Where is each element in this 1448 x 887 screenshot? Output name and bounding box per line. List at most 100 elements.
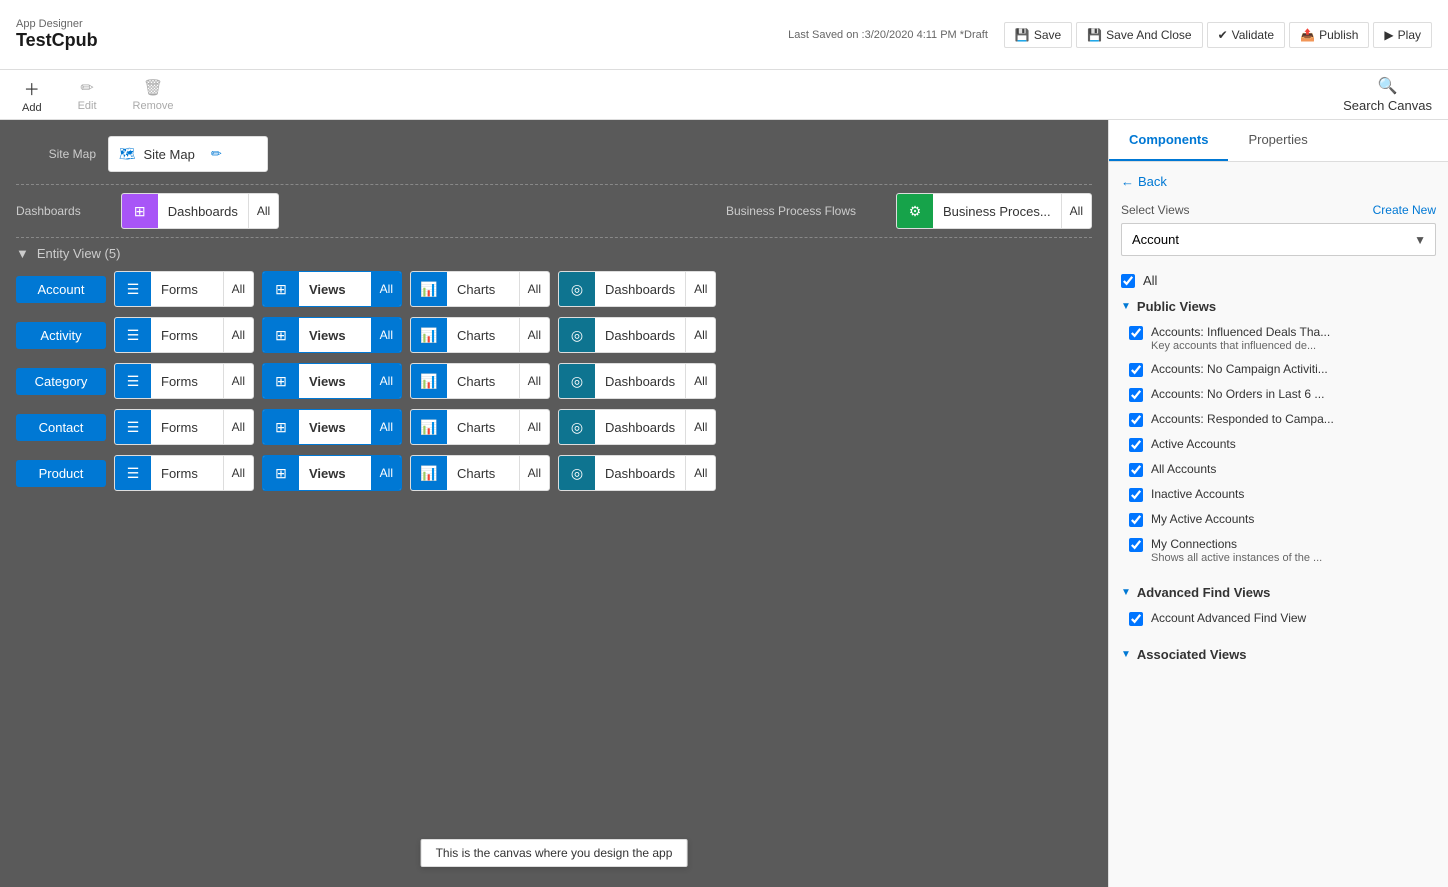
views-all-1[interactable]: All — [371, 318, 401, 352]
bpf-card-name: Business Proces... — [933, 204, 1061, 219]
entity-charts-card-3[interactable]: 📊 Charts All — [410, 409, 550, 445]
entity-charts-card-0[interactable]: 📊 Charts All — [410, 271, 550, 307]
advanced-view-checkbox-0[interactable] — [1129, 612, 1143, 626]
charts-label-3: Charts — [447, 420, 519, 435]
public-view-checkbox-7[interactable] — [1129, 513, 1143, 527]
tab-components[interactable]: Components — [1109, 120, 1228, 161]
public-view-text-8: My Connections Shows all active instance… — [1151, 537, 1322, 564]
create-new-link[interactable]: Create New — [1373, 203, 1436, 217]
entity-views-card-3[interactable]: ⊞ Views All — [262, 409, 402, 445]
public-view-checkbox-8[interactable] — [1129, 538, 1143, 552]
app-name: TestCpub — [16, 30, 98, 51]
entity-forms-card-2[interactable]: ☰ Forms All — [114, 363, 254, 399]
public-view-text-3: Accounts: Responded to Campa... — [1151, 412, 1334, 426]
forms-all-0[interactable]: All — [223, 272, 253, 306]
dashboards-card[interactable]: ⊞ Dashboards All — [121, 193, 279, 229]
dashboards-e-all-2[interactable]: All — [685, 364, 715, 398]
canvas-tooltip: This is the canvas where you design the … — [421, 839, 688, 867]
entity-dashboards-card-3[interactable]: ◎ Dashboards All — [558, 409, 716, 445]
public-view-title-6: Inactive Accounts — [1151, 487, 1244, 501]
charts-all-3[interactable]: All — [519, 410, 549, 444]
account-dropdown[interactable]: Account — [1121, 223, 1436, 256]
bpf-card[interactable]: ⚙ Business Proces... All — [896, 193, 1092, 229]
advanced-find-section: ▼ Advanced Find Views Account Advanced F… — [1121, 579, 1436, 631]
remove-button[interactable]: 🗑 Remove — [127, 76, 180, 114]
forms-all-2[interactable]: All — [223, 364, 253, 398]
associated-views-header[interactable]: ▼ Associated Views — [1121, 641, 1436, 668]
dashboards-e-all-3[interactable]: All — [685, 410, 715, 444]
dashboards-e-label-3: Dashboards — [595, 420, 685, 435]
bpf-section-label: Business Process Flows — [726, 204, 856, 218]
charts-all-2[interactable]: All — [519, 364, 549, 398]
public-view-text-0: Accounts: Influenced Deals Tha... Key ac… — [1151, 325, 1330, 352]
public-view-checkbox-4[interactable] — [1129, 438, 1143, 452]
dashboards-e-all-0[interactable]: All — [685, 272, 715, 306]
entity-dashboards-card-4[interactable]: ◎ Dashboards All — [558, 455, 716, 491]
charts-all-0[interactable]: All — [519, 272, 549, 306]
collapse-icon[interactable]: ▼ — [16, 246, 29, 261]
entity-forms-card-4[interactable]: ☰ Forms All — [114, 455, 254, 491]
entity-views-card-0[interactable]: ⊞ Views All — [262, 271, 402, 307]
entity-forms-card-3[interactable]: ☰ Forms All — [114, 409, 254, 445]
public-view-checkbox-0[interactable] — [1129, 326, 1143, 340]
search-canvas-button[interactable]: 🔍 Search Canvas — [1343, 76, 1432, 113]
views-all-4[interactable]: All — [371, 456, 401, 490]
entity-name-btn-account[interactable]: Account — [16, 276, 106, 303]
public-view-title-3: Accounts: Responded to Campa... — [1151, 412, 1334, 426]
tab-properties[interactable]: Properties — [1228, 120, 1327, 161]
entity-dashboards-card-1[interactable]: ◎ Dashboards All — [558, 317, 716, 353]
dashboards-all-btn[interactable]: All — [248, 194, 278, 228]
entity-charts-card-2[interactable]: 📊 Charts All — [410, 363, 550, 399]
dashboards-e-all-4[interactable]: All — [685, 456, 715, 490]
forms-all-1[interactable]: All — [223, 318, 253, 352]
add-button[interactable]: ＋ Add — [16, 74, 48, 116]
entity-views-card-1[interactable]: ⊞ Views All — [262, 317, 402, 353]
charts-all-4[interactable]: All — [519, 456, 549, 490]
advanced-find-header[interactable]: ▼ Advanced Find Views — [1121, 579, 1436, 606]
entity-name-btn-category[interactable]: Category — [16, 368, 106, 395]
forms-all-3[interactable]: All — [223, 410, 253, 444]
dashboards-card-name: Dashboards — [158, 204, 248, 219]
public-view-checkbox-2[interactable] — [1129, 388, 1143, 402]
entity-charts-card-4[interactable]: 📊 Charts All — [410, 455, 550, 491]
entity-name-btn-product[interactable]: Product — [16, 460, 106, 487]
views-icon-0: ⊞ — [263, 271, 299, 307]
entity-dashboards-card-2[interactable]: ◎ Dashboards All — [558, 363, 716, 399]
sitemap-edit-icon[interactable]: ✏ — [211, 146, 222, 162]
public-view-checkbox-6[interactable] — [1129, 488, 1143, 502]
entity-dashboards-card-0[interactable]: ◎ Dashboards All — [558, 271, 716, 307]
views-all-3[interactable]: All — [371, 410, 401, 444]
charts-label-1: Charts — [447, 328, 519, 343]
entity-forms-card-1[interactable]: ☰ Forms All — [114, 317, 254, 353]
public-views-header[interactable]: ▼ Public Views — [1121, 293, 1436, 320]
views-all-0[interactable]: All — [371, 272, 401, 306]
sitemap-card[interactable]: 🗺 Site Map ✏ — [108, 136, 268, 172]
entity-name-btn-activity[interactable]: Activity — [16, 322, 106, 349]
validate-button[interactable]: ✔ Validate — [1207, 22, 1286, 48]
public-view-checkbox-3[interactable] — [1129, 413, 1143, 427]
bpf-all-btn[interactable]: All — [1061, 194, 1091, 228]
entity-views-card-2[interactable]: ⊞ Views All — [262, 363, 402, 399]
public-view-checkbox-1[interactable] — [1129, 363, 1143, 377]
entity-views-card-4[interactable]: ⊞ Views All — [262, 455, 402, 491]
all-checkbox[interactable] — [1121, 274, 1135, 288]
edit-button[interactable]: ✏ Edit — [72, 76, 103, 114]
entity-charts-card-1[interactable]: 📊 Charts All — [410, 317, 550, 353]
forms-all-4[interactable]: All — [223, 456, 253, 490]
charts-all-1[interactable]: All — [519, 318, 549, 352]
edit-icon: ✏ — [80, 78, 93, 98]
public-view-item: My Connections Shows all active instance… — [1125, 532, 1436, 569]
back-button[interactable]: ← Back — [1121, 174, 1436, 189]
all-checkbox-row: All — [1121, 268, 1436, 293]
entity-name-btn-contact[interactable]: Contact — [16, 414, 106, 441]
dashboards-e-all-1[interactable]: All — [685, 318, 715, 352]
save-button[interactable]: 💾 Save — [1004, 22, 1072, 48]
remove-icon: 🗑 — [143, 78, 163, 98]
play-button[interactable]: ▶ Play — [1373, 22, 1432, 48]
divider-1 — [16, 184, 1092, 185]
views-all-2[interactable]: All — [371, 364, 401, 398]
public-view-checkbox-5[interactable] — [1129, 463, 1143, 477]
publish-button[interactable]: 📤 Publish — [1289, 22, 1369, 48]
entity-forms-card-0[interactable]: ☰ Forms All — [114, 271, 254, 307]
save-close-button[interactable]: 💾 Save And Close — [1076, 22, 1202, 48]
